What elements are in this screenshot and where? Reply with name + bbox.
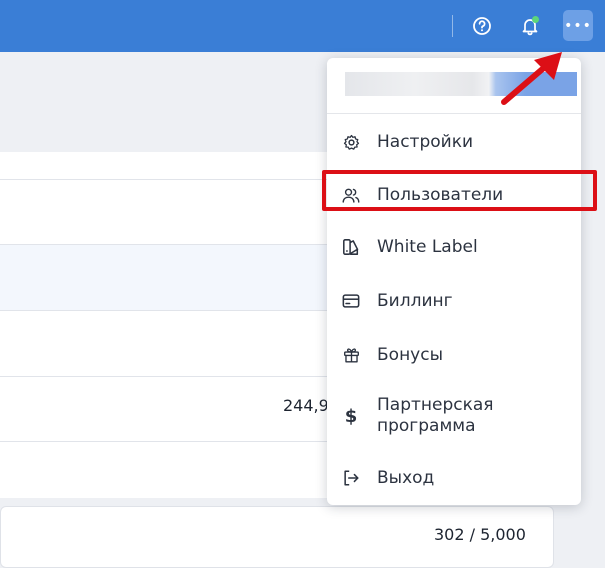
menu-item-label: Биллинг — [377, 290, 453, 311]
dollar-icon: $ — [344, 405, 358, 427]
credit-card-icon — [342, 292, 360, 310]
menu-item-label: Выход — [377, 467, 435, 488]
menu-item-label: Настройки — [377, 131, 474, 152]
menu-item-settings[interactable]: Настройки — [327, 122, 581, 162]
menu-item-billing[interactable]: Биллинг — [327, 281, 581, 321]
more-button[interactable]: ••• — [563, 10, 593, 41]
menu-item-logout[interactable]: Выход — [327, 458, 581, 498]
highlight-box — [322, 170, 597, 211]
help-icon[interactable] — [468, 12, 496, 40]
logout-icon — [342, 469, 360, 487]
gift-icon — [342, 346, 360, 364]
usage-card: 302 / 5,000 — [0, 506, 554, 568]
menu-divider — [327, 113, 581, 114]
row-amount: 244,9 — [283, 396, 329, 415]
menu-item-white-label[interactable]: White Label — [327, 227, 581, 267]
top-bar: ••• — [0, 0, 605, 52]
usage-value: 302 / 5,000 — [434, 525, 526, 544]
menu-item-label: Бонусы — [377, 344, 444, 365]
menu-item-bonuses[interactable]: Бонусы — [327, 335, 581, 375]
menu-item-partner-program[interactable]: $ Партнерская программа — [327, 395, 581, 439]
annotation-arrow-icon — [501, 52, 562, 105]
menu-item-label: White Label — [377, 236, 478, 257]
menu-item-label: Партнерская программа — [377, 395, 494, 436]
topbar-divider — [452, 15, 453, 37]
more-icon: ••• — [564, 17, 592, 34]
bell-icon[interactable] — [516, 12, 544, 40]
palette-icon — [342, 238, 360, 256]
notification-dot — [532, 16, 539, 23]
gear-icon — [342, 133, 360, 151]
